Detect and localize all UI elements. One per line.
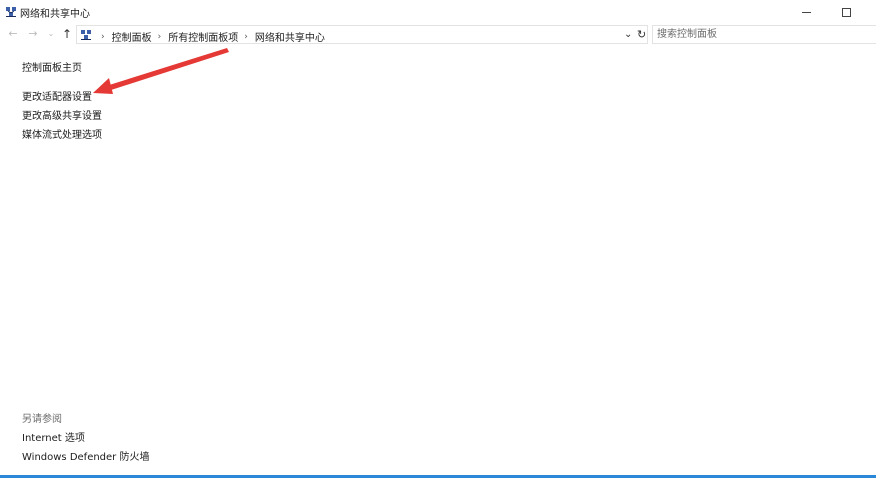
forward-button[interactable]: → — [26, 27, 40, 41]
minimize-icon — [801, 11, 811, 13]
annotation-arrow — [93, 48, 229, 94]
search-box[interactable] — [652, 25, 876, 44]
refresh-icon[interactable]: ↻ — [637, 28, 646, 41]
recent-locations-button[interactable]: ⌄ — [44, 27, 58, 41]
address-row: ← → ⌄ ↑ › 控制面板 › 所有控制面板项 › 网络和共享中心 ⌄ ↻ — [0, 25, 876, 45]
up-button[interactable]: ↑ — [60, 27, 74, 41]
control-panel-icon — [81, 30, 91, 40]
back-button[interactable]: ← — [6, 27, 20, 41]
network-center-icon — [6, 7, 16, 17]
address-bar[interactable]: › 控制面板 › 所有控制面板项 › 网络和共享中心 ⌄ ↻ — [76, 25, 648, 44]
chevron-right-icon[interactable]: › — [101, 32, 105, 42]
annotation-arrow-shaft — [106, 48, 229, 91]
annotation-arrow-head — [93, 78, 113, 94]
windows-defender-firewall-link[interactable]: Windows Defender 防火墙 — [22, 448, 149, 463]
minimize-button[interactable] — [784, 0, 828, 24]
title-bar: 网络和共享中心 — [0, 0, 876, 24]
see-also-label: 另请参阅 — [22, 414, 62, 425]
internet-options-link[interactable]: Internet 选项 — [22, 429, 85, 444]
breadcrumb-all-items[interactable]: 所有控制面板项 — [168, 29, 238, 44]
change-adapter-settings-link[interactable]: 更改适配器设置 — [22, 88, 92, 103]
window-title: 网络和共享中心 — [20, 9, 90, 20]
chevron-right-icon[interactable]: › — [244, 32, 248, 42]
control-panel-home-link[interactable]: 控制面板主页 — [22, 59, 82, 74]
media-streaming-options-link[interactable]: 媒体流式处理选项 — [22, 126, 102, 141]
maximize-button[interactable] — [824, 0, 868, 24]
breadcrumb: › 控制面板 › 所有控制面板项 › 网络和共享中心 — [95, 29, 325, 45]
breadcrumb-control-panel[interactable]: 控制面板 — [112, 29, 152, 44]
chevron-right-icon[interactable]: › — [158, 32, 162, 42]
change-advanced-sharing-link[interactable]: 更改高级共享设置 — [22, 107, 102, 122]
maximize-icon — [841, 7, 851, 17]
breadcrumb-network-center[interactable]: 网络和共享中心 — [255, 29, 325, 44]
chevron-down-icon[interactable]: ⌄ — [624, 29, 632, 40]
search-input[interactable] — [653, 26, 847, 43]
